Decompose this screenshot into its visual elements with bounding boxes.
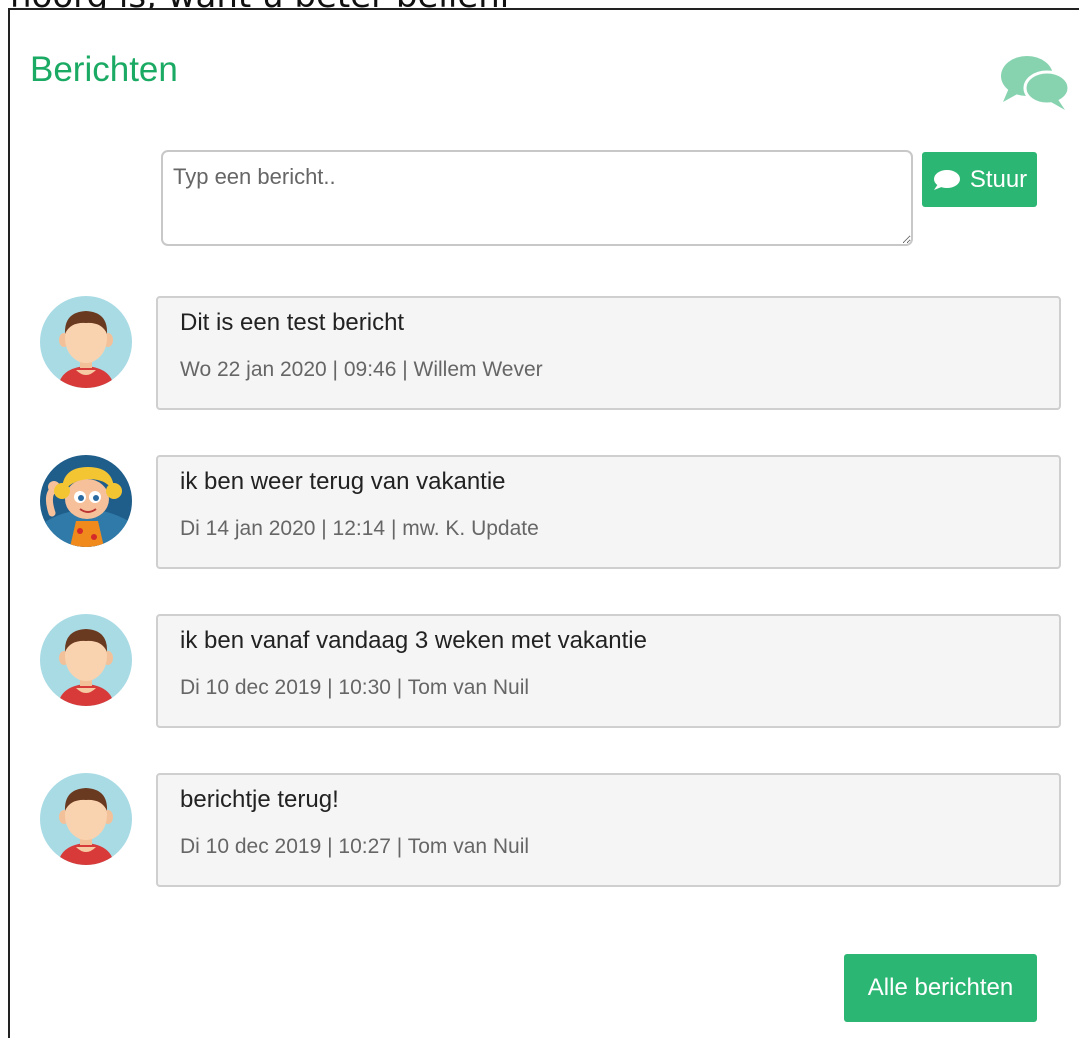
messages-panel: Berichten Stuur Dit (8, 8, 1079, 1038)
message-item: ik ben vanaf vandaag 3 weken met vakanti… (10, 614, 1079, 728)
chat-bubbles-icon (1001, 56, 1071, 110)
message-bubble: ik ben vanaf vandaag 3 weken met vakanti… (156, 614, 1061, 728)
message-bubble: berichtje terug! Di 10 dec 2019 | 10:27 … (156, 773, 1061, 887)
send-button-label: Stuur (969, 165, 1028, 193)
speech-bubble-icon (933, 169, 960, 190)
message-bubble: Dit is een test bericht Wo 22 jan 2020 |… (156, 296, 1061, 410)
boy-avatar (40, 614, 132, 706)
message-text: ik ben vanaf vandaag 3 weken met vakanti… (180, 627, 647, 654)
message-item: ik ben weer terug van vakantie Di 14 jan… (10, 455, 1079, 569)
message-text: ik ben weer terug van vakantie (180, 468, 506, 495)
message-meta: Di 10 dec 2019 | 10:30 | Tom van Nuil (180, 676, 530, 699)
message-meta: Wo 22 jan 2020 | 09:46 | Willem Wever (180, 358, 543, 381)
message-text: berichtje terug! (180, 786, 339, 813)
send-button[interactable]: Stuur (922, 152, 1037, 207)
boy-avatar (40, 296, 132, 388)
panel-title: Berichten (30, 50, 178, 89)
message-item: Dit is een test bericht Wo 22 jan 2020 |… (10, 296, 1079, 410)
message-input[interactable] (161, 150, 913, 246)
message-meta: Di 10 dec 2019 | 10:27 | Tom van Nuil (180, 835, 530, 858)
message-bubble: ik ben weer terug van vakantie Di 14 jan… (156, 455, 1061, 569)
cartoon-girl-avatar (40, 455, 132, 547)
message-item: berichtje terug! Di 10 dec 2019 | 10:27 … (10, 773, 1079, 887)
boy-avatar (40, 773, 132, 865)
message-meta: Di 14 jan 2020 | 12:14 | mw. K. Update (180, 517, 539, 540)
all-messages-button[interactable]: Alle berichten (844, 954, 1037, 1022)
message-text: Dit is een test bericht (180, 309, 405, 336)
